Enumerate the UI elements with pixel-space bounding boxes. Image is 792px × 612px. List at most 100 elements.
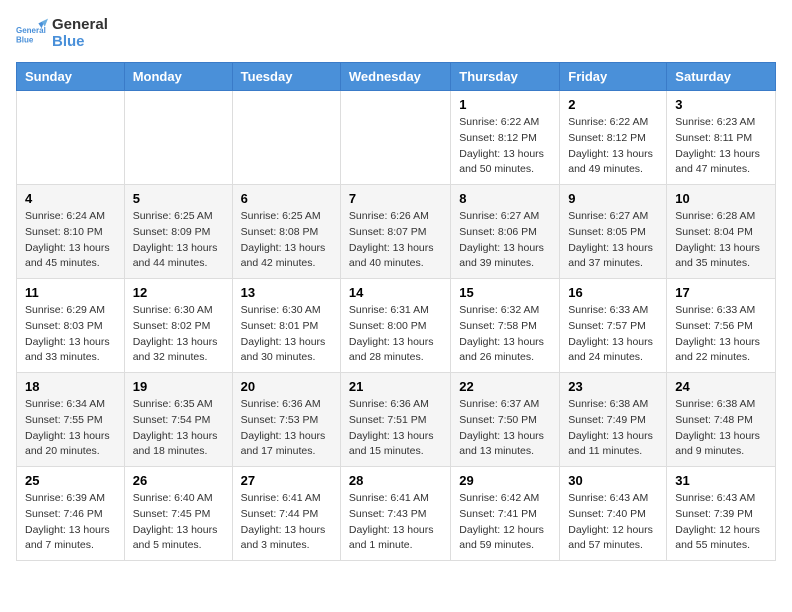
day-number: 7 — [349, 191, 442, 206]
logo-text-general: General — [52, 16, 108, 33]
weekday-header-monday: Monday — [124, 63, 232, 91]
day-info: Sunrise: 6:42 AM Sunset: 7:41 PM Dayligh… — [459, 491, 551, 554]
day-info: Sunrise: 6:41 AM Sunset: 7:44 PM Dayligh… — [241, 491, 332, 554]
day-info: Sunrise: 6:34 AM Sunset: 7:55 PM Dayligh… — [25, 397, 116, 460]
day-number: 27 — [241, 473, 332, 488]
day-number: 28 — [349, 473, 442, 488]
calendar-cell: 14 Sunrise: 6:31 AM Sunset: 8:00 PM Dayli… — [340, 279, 450, 373]
day-number: 24 — [675, 379, 767, 394]
day-info: Sunrise: 6:27 AM Sunset: 8:05 PM Dayligh… — [568, 209, 658, 272]
day-info: Sunrise: 6:25 AM Sunset: 8:08 PM Dayligh… — [241, 209, 332, 272]
day-number: 21 — [349, 379, 442, 394]
calendar-cell: 18 Sunrise: 6:34 AM Sunset: 7:55 PM Dayli… — [17, 373, 125, 467]
day-number: 4 — [25, 191, 116, 206]
calendar-cell — [17, 91, 125, 185]
day-info: Sunrise: 6:31 AM Sunset: 8:00 PM Dayligh… — [349, 303, 442, 366]
day-info: Sunrise: 6:25 AM Sunset: 8:09 PM Dayligh… — [133, 209, 224, 272]
calendar-cell: 30 Sunrise: 6:43 AM Sunset: 7:40 PM Dayli… — [560, 467, 667, 561]
day-info: Sunrise: 6:27 AM Sunset: 8:06 PM Dayligh… — [459, 209, 551, 272]
calendar-cell: 8Sunrise: 6:27 AM Sunset: 8:06 PM Daylig… — [451, 185, 560, 279]
day-number: 22 — [459, 379, 551, 394]
day-info: Sunrise: 6:36 AM Sunset: 7:53 PM Dayligh… — [241, 397, 332, 460]
calendar-cell: 22Sunrise: 6:37 AM Sunset: 7:50 PM Dayli… — [451, 373, 560, 467]
day-info: Sunrise: 6:43 AM Sunset: 7:40 PM Dayligh… — [568, 491, 658, 554]
day-info: Sunrise: 6:41 AM Sunset: 7:43 PM Dayligh… — [349, 491, 442, 554]
calendar-body: 1 Sunrise: 6:22 AM Sunset: 8:12 PM Daylig… — [17, 91, 776, 561]
calendar-cell — [232, 91, 340, 185]
day-number: 19 — [133, 379, 224, 394]
calendar-cell: 31Sunrise: 6:43 AM Sunset: 7:39 PM Dayli… — [667, 467, 776, 561]
weekday-header-tuesday: Tuesday — [232, 63, 340, 91]
calendar-cell: 1 Sunrise: 6:22 AM Sunset: 8:12 PM Daylig… — [451, 91, 560, 185]
day-number: 15 — [459, 285, 551, 300]
day-number: 10 — [675, 191, 767, 206]
calendar-cell: 21 Sunrise: 6:36 AM Sunset: 7:51 PM Dayli… — [340, 373, 450, 467]
calendar-cell: 27 Sunrise: 6:41 AM Sunset: 7:44 PM Dayli… — [232, 467, 340, 561]
day-number: 1 — [459, 97, 551, 112]
day-number: 11 — [25, 285, 116, 300]
calendar-cell: 10 Sunrise: 6:28 AM Sunset: 8:04 PM Dayli… — [667, 185, 776, 279]
svg-text:Blue: Blue — [16, 36, 34, 45]
day-number: 20 — [241, 379, 332, 394]
day-info: Sunrise: 6:24 AM Sunset: 8:10 PM Dayligh… — [25, 209, 116, 272]
calendar-cell: 12 Sunrise: 6:30 AM Sunset: 8:02 PM Dayli… — [124, 279, 232, 373]
calendar-cell: 16Sunrise: 6:33 AM Sunset: 7:57 PM Dayli… — [560, 279, 667, 373]
calendar-cell: 25 Sunrise: 6:39 AM Sunset: 7:46 PM Dayli… — [17, 467, 125, 561]
logo-icon: General Blue — [16, 17, 48, 49]
day-number: 14 — [349, 285, 442, 300]
logo-text-blue: Blue — [52, 33, 108, 50]
day-number: 6 — [241, 191, 332, 206]
day-info: Sunrise: 6:38 AM Sunset: 7:49 PM Dayligh… — [568, 397, 658, 460]
header: General Blue General Blue — [16, 16, 776, 50]
calendar-cell: 2 Sunrise: 6:22 AM Sunset: 8:12 PM Daylig… — [560, 91, 667, 185]
day-number: 12 — [133, 285, 224, 300]
calendar-cell: 29 Sunrise: 6:42 AM Sunset: 7:41 PM Dayli… — [451, 467, 560, 561]
day-number: 17 — [675, 285, 767, 300]
day-number: 30 — [568, 473, 658, 488]
calendar-cell: 9 Sunrise: 6:27 AM Sunset: 8:05 PM Daylig… — [560, 185, 667, 279]
day-info: Sunrise: 6:23 AM Sunset: 8:11 PM Dayligh… — [675, 115, 767, 178]
weekday-header-friday: Friday — [560, 63, 667, 91]
weekday-header-thursday: Thursday — [451, 63, 560, 91]
day-number: 25 — [25, 473, 116, 488]
day-number: 9 — [568, 191, 658, 206]
calendar-week-1: 1 Sunrise: 6:22 AM Sunset: 8:12 PM Daylig… — [17, 91, 776, 185]
day-info: Sunrise: 6:33 AM Sunset: 7:56 PM Dayligh… — [675, 303, 767, 366]
weekday-header-saturday: Saturday — [667, 63, 776, 91]
day-info: Sunrise: 6:33 AM Sunset: 7:57 PM Dayligh… — [568, 303, 658, 366]
calendar-cell: 19Sunrise: 6:35 AM Sunset: 7:54 PM Dayli… — [124, 373, 232, 467]
weekday-header-sunday: Sunday — [17, 63, 125, 91]
day-info: Sunrise: 6:39 AM Sunset: 7:46 PM Dayligh… — [25, 491, 116, 554]
calendar-cell: 6 Sunrise: 6:25 AM Sunset: 8:08 PM Daylig… — [232, 185, 340, 279]
day-info: Sunrise: 6:40 AM Sunset: 7:45 PM Dayligh… — [133, 491, 224, 554]
calendar-week-3: 11Sunrise: 6:29 AM Sunset: 8:03 PM Dayli… — [17, 279, 776, 373]
day-number: 18 — [25, 379, 116, 394]
day-number: 26 — [133, 473, 224, 488]
day-info: Sunrise: 6:32 AM Sunset: 7:58 PM Dayligh… — [459, 303, 551, 366]
day-info: Sunrise: 6:22 AM Sunset: 8:12 PM Dayligh… — [459, 115, 551, 178]
day-info: Sunrise: 6:26 AM Sunset: 8:07 PM Dayligh… — [349, 209, 442, 272]
day-number: 29 — [459, 473, 551, 488]
day-number: 3 — [675, 97, 767, 112]
day-number: 31 — [675, 473, 767, 488]
calendar-cell: 11Sunrise: 6:29 AM Sunset: 8:03 PM Dayli… — [17, 279, 125, 373]
day-info: Sunrise: 6:30 AM Sunset: 8:01 PM Dayligh… — [241, 303, 332, 366]
calendar-cell — [340, 91, 450, 185]
calendar-cell: 7 Sunrise: 6:26 AM Sunset: 8:07 PM Daylig… — [340, 185, 450, 279]
day-info: Sunrise: 6:28 AM Sunset: 8:04 PM Dayligh… — [675, 209, 767, 272]
calendar-cell: 4 Sunrise: 6:24 AM Sunset: 8:10 PM Daylig… — [17, 185, 125, 279]
day-number: 23 — [568, 379, 658, 394]
calendar-cell: 20 Sunrise: 6:36 AM Sunset: 7:53 PM Dayli… — [232, 373, 340, 467]
calendar-week-2: 4 Sunrise: 6:24 AM Sunset: 8:10 PM Daylig… — [17, 185, 776, 279]
day-info: Sunrise: 6:22 AM Sunset: 8:12 PM Dayligh… — [568, 115, 658, 178]
calendar-cell: 28 Sunrise: 6:41 AM Sunset: 7:43 PM Dayli… — [340, 467, 450, 561]
day-info: Sunrise: 6:30 AM Sunset: 8:02 PM Dayligh… — [133, 303, 224, 366]
day-number: 2 — [568, 97, 658, 112]
day-number: 13 — [241, 285, 332, 300]
day-info: Sunrise: 6:36 AM Sunset: 7:51 PM Dayligh… — [349, 397, 442, 460]
calendar-table: SundayMondayTuesdayWednesdayThursdayFrid… — [16, 62, 776, 561]
calendar-cell: 13 Sunrise: 6:30 AM Sunset: 8:01 PM Dayli… — [232, 279, 340, 373]
calendar-cell: 15 Sunrise: 6:32 AM Sunset: 7:58 PM Dayli… — [451, 279, 560, 373]
day-info: Sunrise: 6:38 AM Sunset: 7:48 PM Dayligh… — [675, 397, 767, 460]
calendar-cell: 17 Sunrise: 6:33 AM Sunset: 7:56 PM Dayli… — [667, 279, 776, 373]
